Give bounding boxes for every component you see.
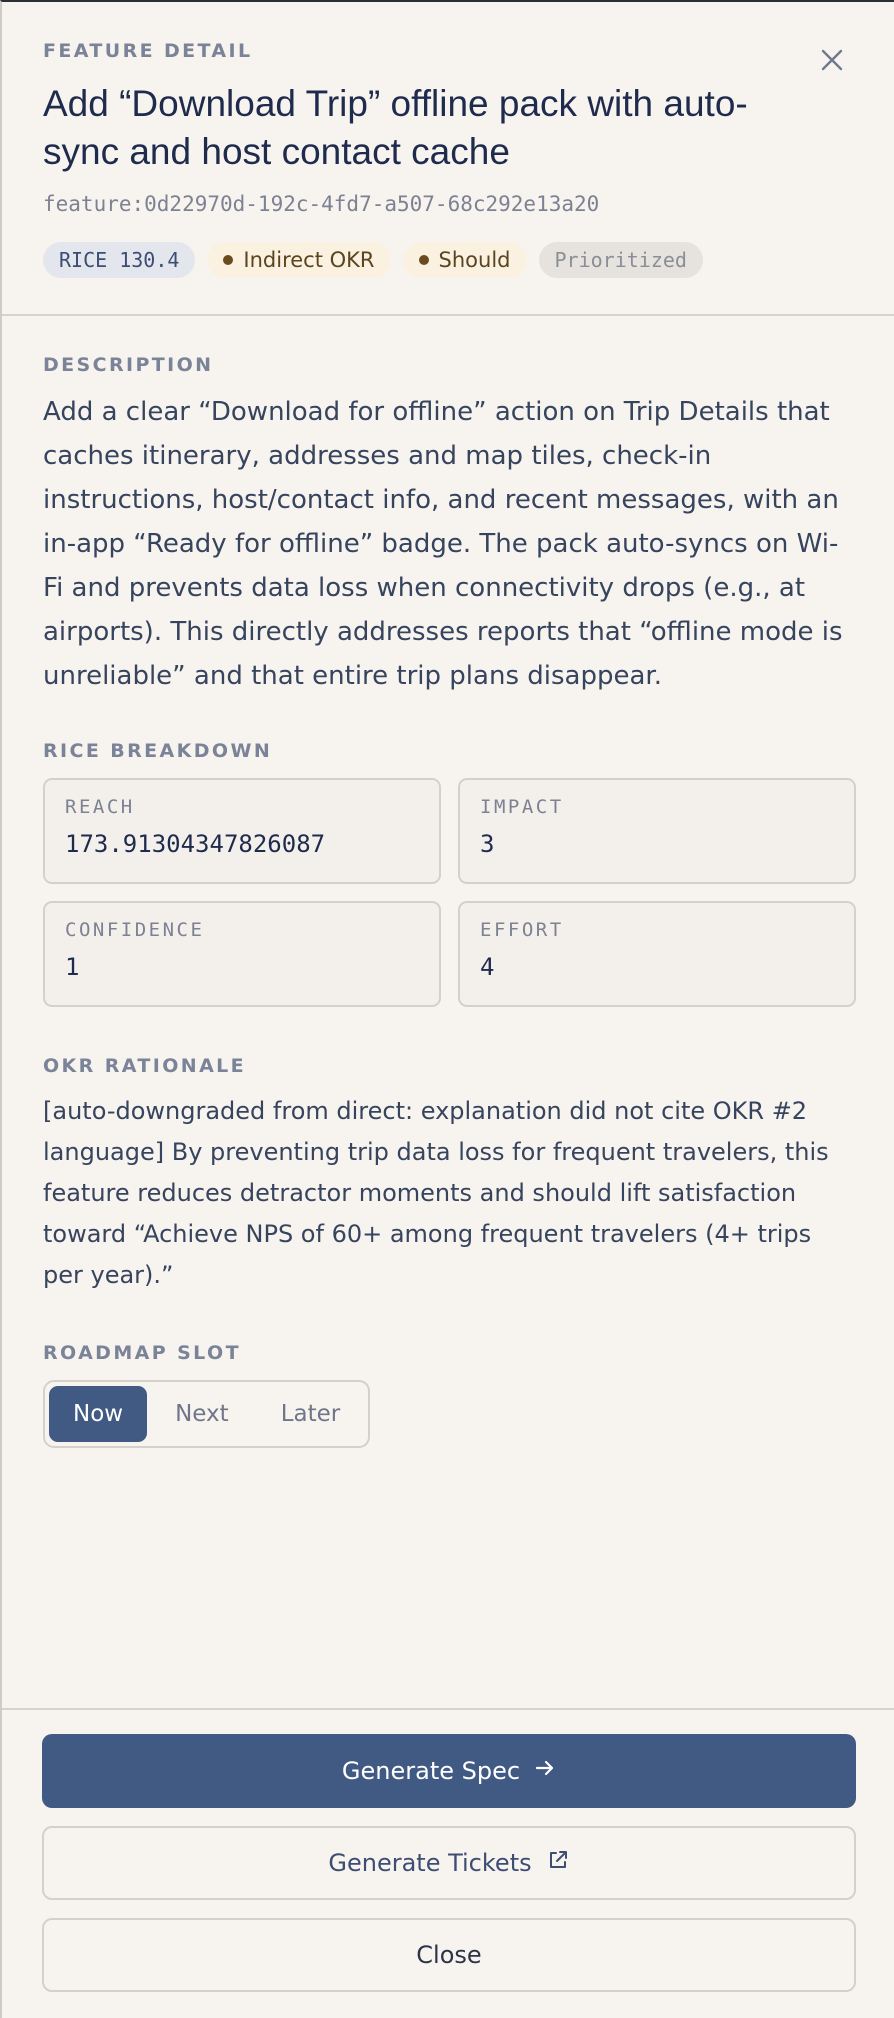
generate-spec-button[interactable]: Generate Spec (42, 1734, 856, 1808)
rice-cell-value: 4 (480, 953, 495, 981)
roadmap-option-next[interactable]: Next (151, 1386, 253, 1442)
close-icon[interactable] (818, 46, 846, 74)
status-badge: Prioritized (538, 242, 703, 278)
close-button[interactable]: Close (42, 1918, 856, 1992)
feature-id: feature:0d22970d-192c-4fd7-a507-68c292e1… (43, 192, 600, 216)
panel-footer: Generate Spec Generate Tickets Close (2, 1708, 894, 2018)
rice-cell-reach: REACH 173.91304347826087 (43, 778, 441, 884)
priority-badge: Should (402, 242, 527, 278)
roadmap-slot-label: ROADMAP SLOT (43, 1342, 241, 1364)
rice-cell-confidence: CONFIDENCE 1 (43, 901, 441, 1007)
roadmap-option-later[interactable]: Later (257, 1386, 365, 1442)
roadmap-slot-selector: Now Next Later (43, 1380, 371, 1448)
rice-cell-key: IMPACT (480, 796, 564, 818)
rice-score-badge: RICE 130.4 (43, 242, 196, 278)
okr-rationale-text: [auto-downgraded from direct: explanatio… (43, 1097, 829, 1289)
external-link-icon (546, 1848, 570, 1878)
panel-body: DESCRIPTION Add a clear “Download for of… (2, 354, 894, 1448)
generate-tickets-label: Generate Tickets (328, 1849, 532, 1877)
rice-cell-key: EFFORT (480, 919, 564, 941)
okr-rationale-label: OKR RATIONALE (43, 1055, 247, 1077)
description-label: DESCRIPTION (43, 354, 214, 376)
generate-tickets-button[interactable]: Generate Tickets (42, 1826, 856, 1900)
generate-spec-label: Generate Spec (341, 1757, 521, 1785)
okr-badge-label: Indirect OKR (243, 248, 375, 272)
okr-dot-icon (223, 255, 234, 265)
roadmap-option-now[interactable]: Now (49, 1386, 148, 1442)
rice-cell-impact: IMPACT 3 (458, 778, 856, 884)
rice-cell-value: 1 (65, 953, 80, 981)
rice-grid: REACH 173.91304347826087 IMPACT 3 CONFID… (43, 778, 856, 1007)
feature-title: Add “Download Trip” offline pack with au… (43, 83, 748, 172)
description-text: Add a clear “Download for offline” actio… (43, 397, 843, 691)
rice-cell-value: 173.91304347826087 (65, 830, 326, 858)
rice-breakdown-label: RICE BREAKDOWN (43, 740, 273, 762)
okr-badge: Indirect OKR (207, 242, 391, 278)
rice-cell-effort: EFFORT 4 (458, 901, 856, 1007)
rice-cell-key: REACH (65, 796, 135, 818)
panel-header: FEATURE DETAIL Add “Download Trip” offli… (2, 2, 894, 316)
panel-eyebrow: FEATURE DETAIL (43, 40, 253, 62)
rice-cell-value: 3 (480, 830, 495, 858)
arrow-right-icon (534, 1757, 556, 1785)
rice-cell-key: CONFIDENCE (65, 919, 205, 941)
priority-badge-label: Should (438, 248, 511, 272)
feature-detail-panel: FEATURE DETAIL Add “Download Trip” offli… (0, 0, 894, 2018)
priority-dot-icon (418, 255, 429, 265)
badge-row: RICE 130.4 Indirect OKR Should Prioritiz… (43, 242, 854, 278)
